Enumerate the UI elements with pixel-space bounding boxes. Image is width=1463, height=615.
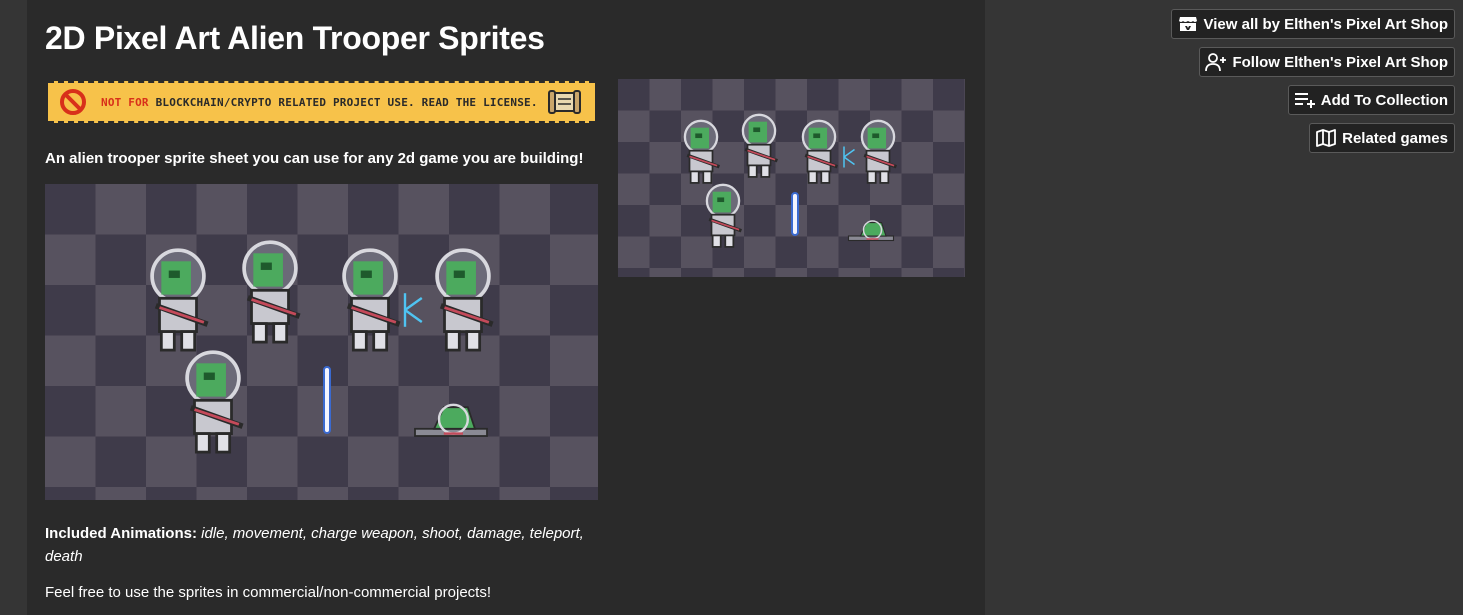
checker-tile: [95, 285, 146, 336]
sprite-sheet-preview-image[interactable]: [618, 79, 965, 277]
sprite-sheet-image: [45, 184, 598, 500]
checker-tile: [807, 236, 839, 268]
checker-tile: [744, 173, 776, 205]
checker-tile: [933, 110, 965, 142]
checker-tile: [838, 79, 870, 111]
checker-tile: [775, 142, 807, 174]
checker-tile: [499, 184, 550, 235]
checker-tile: [499, 386, 550, 437]
add-to-collection-button[interactable]: Add To Collection: [1287, 85, 1455, 115]
checker-tile: [901, 79, 933, 111]
checker-tile: [499, 487, 550, 500]
checker-tile: [933, 236, 965, 268]
checker-tile: [618, 173, 650, 205]
checker-tile: [712, 142, 744, 174]
checker-tile: [196, 184, 247, 235]
follow-label: Follow Elthen's Pixel Art Shop: [1232, 53, 1448, 71]
checker-tile: [297, 487, 348, 500]
checker-tile: [196, 285, 247, 336]
checker-tile: [901, 142, 933, 174]
banner-text: NOT FOR BLOCKCHAIN/CRYPTO RELATED PROJEC…: [101, 96, 538, 109]
checker-tile: [45, 335, 96, 386]
checker-tile: [712, 268, 744, 277]
sprite-teleport-beam: [323, 366, 331, 434]
checker-tile: [649, 79, 681, 111]
checker-tile: [933, 173, 965, 205]
follow-button[interactable]: Follow Elthen's Pixel Art Shop: [1199, 47, 1455, 77]
checker-tile: [196, 487, 247, 500]
checker-tile: [95, 386, 146, 437]
view-all-button[interactable]: View all by Elthen's Pixel Art Shop: [1170, 9, 1455, 39]
banner-message: BLOCKCHAIN/CRYPTO RELATED PROJECT USE. R…: [155, 96, 538, 109]
checker-tile: [712, 79, 744, 111]
checker-tile: [901, 205, 933, 237]
map-icon: [1315, 128, 1337, 148]
checker-tile: [649, 142, 681, 174]
animations-label: Included Animations:: [45, 525, 197, 542]
checker-tile: [449, 436, 500, 487]
checker-tile: [550, 234, 598, 285]
checker-tile: [146, 436, 197, 487]
user-plus-icon: [1205, 52, 1227, 72]
preview-sprite-teleport-beam: [791, 192, 799, 236]
checker-tile: [247, 436, 298, 487]
checker-tile: [398, 487, 449, 500]
banner-warn: NOT FOR: [101, 96, 149, 109]
included-animations: Included Animations: idle, movement, cha…: [45, 522, 585, 568]
checker-tile: [870, 236, 902, 268]
checker-tile: [838, 268, 870, 277]
checker-tile: [964, 142, 965, 174]
itch-icon: [1177, 14, 1199, 34]
checker-tile: [550, 436, 598, 487]
intro-text: An alien trooper sprite sheet you can us…: [45, 150, 584, 167]
checker-tile: [618, 110, 650, 142]
checker-tile: [398, 184, 449, 235]
prohibited-icon: [60, 89, 86, 115]
checker-tile: [681, 236, 713, 268]
related-games-button[interactable]: Related games: [1309, 123, 1455, 153]
sprite-sheet-preview[interactable]: [618, 79, 965, 277]
checker-tile: [550, 335, 598, 386]
checker-tile: [499, 285, 550, 336]
checker-tile: [775, 268, 807, 277]
view-all-label: View all by Elthen's Pixel Art Shop: [1203, 15, 1448, 33]
page-gutter: [0, 0, 27, 615]
add-to-collection-label: Add To Collection: [1320, 91, 1448, 109]
usage-note: Feel free to use the sprites in commerci…: [45, 584, 492, 601]
checker-tile: [964, 268, 965, 277]
sprite-sheet-large: [45, 184, 598, 500]
checker-tile: [95, 487, 146, 500]
checker-tile: [744, 236, 776, 268]
checker-tile: [45, 436, 96, 487]
scroll-icon: [548, 90, 581, 114]
checker-tile: [964, 79, 965, 111]
checker-tile: [649, 205, 681, 237]
list-plus-icon: [1294, 90, 1316, 110]
checker-tile: [95, 184, 146, 235]
checker-tile: [775, 79, 807, 111]
checker-tile: [901, 268, 933, 277]
checker-tile: [297, 184, 348, 235]
checker-tile: [297, 386, 348, 437]
checker-tile: [348, 436, 399, 487]
checker-tile: [45, 234, 96, 285]
game-page-content: 2D Pixel Art Alien Trooper Sprites NOT F…: [27, 0, 985, 615]
related-games-label: Related games: [1342, 129, 1448, 147]
checker-tile: [297, 285, 348, 336]
page-title: 2D Pixel Art Alien Trooper Sprites: [45, 20, 545, 56]
license-warning-banner: NOT FOR BLOCKCHAIN/CRYPTO RELATED PROJEC…: [48, 81, 595, 123]
checker-tile: [964, 205, 965, 237]
checker-tile: [649, 268, 681, 277]
checker-tile: [618, 236, 650, 268]
